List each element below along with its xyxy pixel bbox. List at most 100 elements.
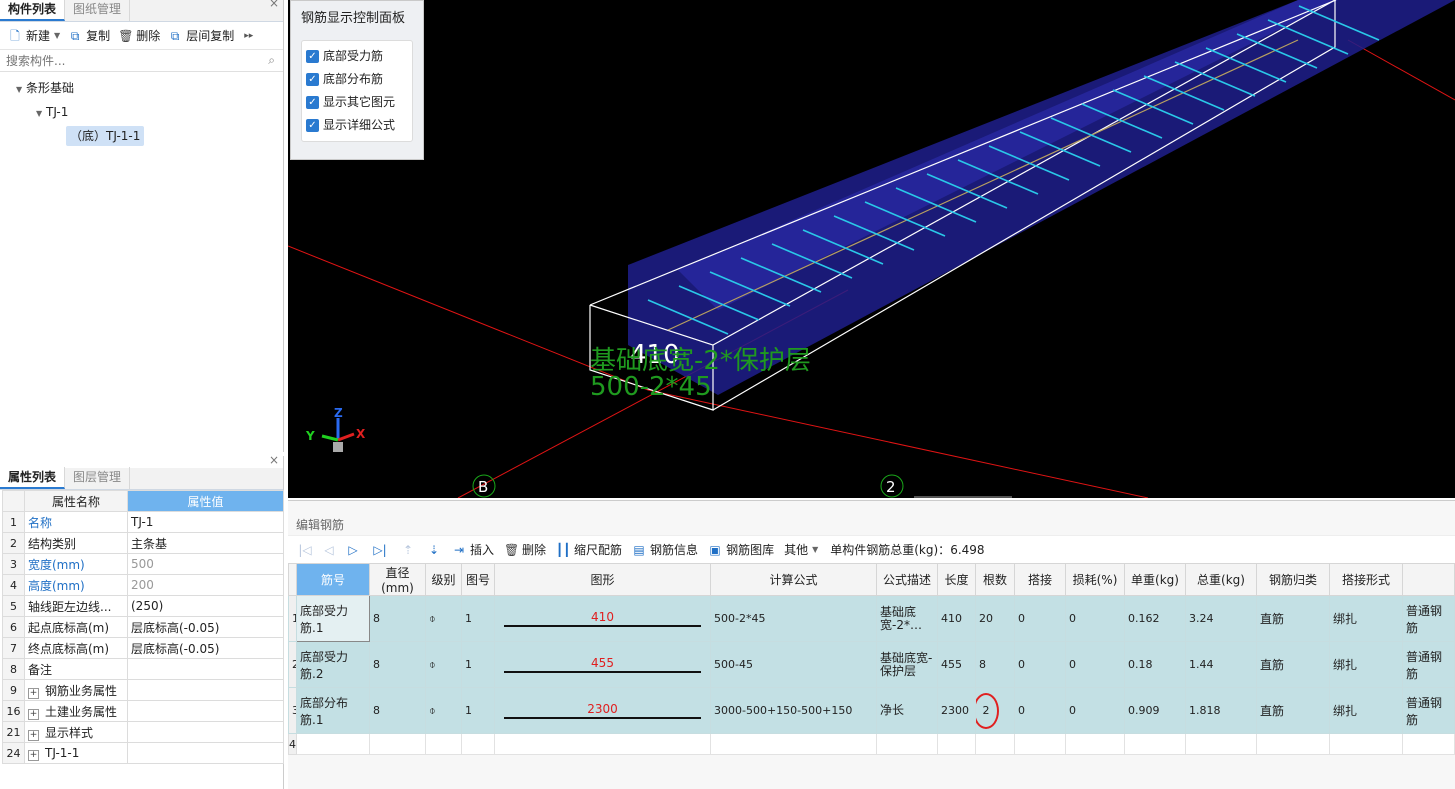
rebar-cell-desc[interactable]: 净长 [876,687,938,734]
option-bottom-main-rebar[interactable]: ✓ 底部受力筋 [306,45,408,68]
rebar-cell-name[interactable]: 底部受力筋.2 [296,641,370,688]
rebar-row[interactable]: 3底部分布筋.18⌽123003000-500+150-500+150净长230… [288,687,1455,734]
rebar-cell-lap[interactable]: 0 [1014,641,1066,688]
viewport-3d[interactable]: 410 基础底宽-2*保护层 500-2*45 B 2 Z X Y [288,0,1455,498]
rebar-cell-cls[interactable]: 直筋 [1256,641,1330,688]
first-icon[interactable]: |◁ [294,543,316,557]
rebar-cell-grade[interactable]: ⌽ [425,595,462,642]
close-icon[interactable]: × [269,0,279,10]
rebar-cell-fig[interactable]: 1 [461,595,495,642]
rebar-cell-shape[interactable]: 2300 [494,687,711,734]
new-button[interactable]: 🗋 新建 ▼ [4,25,64,47]
rebar-cell-empty[interactable] [1185,733,1257,755]
rebar-cell-empty[interactable] [1065,733,1125,755]
rebar-cell-dia[interactable]: 8 [369,641,426,688]
rebar-cell-total[interactable]: 1.44 [1185,641,1257,688]
rebar-cell-empty[interactable] [296,733,370,755]
rebar-cell-grade[interactable]: ⌽ [425,687,462,734]
rebar-cell-empty[interactable] [1402,733,1455,755]
delete-row-button[interactable]: 🗑 删除 [500,539,550,561]
rebar-cell-empty[interactable] [937,733,976,755]
rebar-cell-len[interactable]: 2300 [937,687,976,734]
rebar-cell-cls[interactable]: 直筋 [1256,595,1330,642]
option-bottom-dist-rebar[interactable]: ✓ 底部分布筋 [306,68,408,91]
rebar-cell-formula[interactable]: 500-45 [710,641,877,688]
rebar-cell-empty[interactable] [876,733,938,755]
rebar-row[interactable]: 2底部受力筋.28⌽1455500-45基础底宽-保护层4558000.181.… [288,641,1455,688]
rebar-cell-unit[interactable]: 0.162 [1124,595,1186,642]
rebar-cell-name[interactable]: 底部受力筋.1 [296,595,370,642]
viewport-splitter[interactable] [914,496,1012,498]
property-value[interactable] [127,679,284,701]
rebar-cell-empty[interactable] [1256,733,1330,755]
rebar-cell-len[interactable]: 455 [937,641,976,688]
search-input[interactable] [0,50,283,71]
checkbox-checked-icon[interactable]: ✓ [306,96,319,109]
rebar-cell-count[interactable]: 8 [975,641,1015,688]
rebar-cell-empty[interactable] [1124,733,1186,755]
rebar-cell-type[interactable]: 普通钢筋 [1402,687,1455,734]
copy-button[interactable]: ⧉ 复制 [64,25,114,47]
rebar-cell-type[interactable]: 普通钢筋 [1402,641,1455,688]
tab-component-list[interactable]: 构件列表 [0,0,66,21]
other-menu[interactable]: 其他 ▼ [780,539,822,561]
rebar-library-button[interactable]: ▣ 钢筋图库 [704,539,778,561]
tab-drawing-manage[interactable]: 图纸管理 [65,0,131,21]
delete-button[interactable]: 🗑 删除 [114,25,164,47]
rebar-cell-dia[interactable]: 8 [369,595,426,642]
rebar-cell-loss[interactable]: 0 [1065,641,1125,688]
rebar-cell-empty[interactable] [975,733,1015,755]
rebar-cell-shape[interactable]: 455 [494,641,711,688]
rebar-cell-desc[interactable]: 基础底宽-保护层 [876,641,938,688]
rebar-cell-unit[interactable]: 0.18 [1124,641,1186,688]
move-up-icon[interactable]: ⇡ [396,543,420,557]
scale-rebar-button[interactable]: ┃┃ 缩尺配筋 [552,539,626,561]
property-row[interactable]: 9 + 钢筋业务属性 [2,679,284,701]
option-show-formula[interactable]: ✓ 显示详细公式 [306,114,408,137]
rebar-cell-type[interactable]: 普通钢筋 [1402,595,1455,642]
checkbox-checked-icon[interactable]: ✓ [306,73,319,86]
rebar-cell-desc[interactable]: 基础底宽-2*… [876,595,938,642]
rebar-cell-shape[interactable]: 410 [494,595,711,642]
tree-node-tj1-1[interactable]: （底）TJ-1-1 [0,124,283,148]
rebar-cell-cls[interactable]: 直筋 [1256,687,1330,734]
rebar-cell-empty[interactable] [369,733,426,755]
rebar-cell-formula[interactable]: 500-2*45 [710,595,877,642]
tree-node-root[interactable]: ▼ 条形基础 [0,76,283,100]
rebar-cell-fig[interactable]: 1 [461,641,495,688]
rebar-cell-lapform[interactable]: 绑扎 [1329,595,1403,642]
plus-expand-icon[interactable]: + [28,729,39,741]
plus-expand-icon[interactable]: + [28,687,39,699]
rebar-cell-count[interactable]: 20 [975,595,1015,642]
property-value[interactable]: 层底标高(-0.05) [127,637,284,659]
move-down-icon[interactable]: ⇣ [422,543,446,557]
property-row[interactable]: 2 结构类别 主条基 [2,532,284,554]
rebar-row[interactable]: 1底部受力筋.18⌽1410500-2*45基础底宽-2*…41020000.1… [288,595,1455,642]
property-value[interactable] [127,721,284,743]
rebar-cell-empty[interactable] [1329,733,1403,755]
rebar-cell-loss[interactable]: 0 [1065,595,1125,642]
rebar-cell-name[interactable]: 底部分布筋.1 [296,687,370,734]
floor-copy-button[interactable]: ⧉ 层间复制 [164,25,238,47]
tab-layer-manage[interactable]: 图层管理 [65,467,131,489]
rebar-cell-empty[interactable] [494,733,711,755]
close-icon[interactable]: × [269,453,279,467]
rebar-info-button[interactable]: ▤ 钢筋信息 [628,539,702,561]
property-value[interactable]: 主条基 [127,532,284,554]
rebar-cell-len[interactable]: 410 [937,595,976,642]
rebar-cell-lap[interactable]: 0 [1014,687,1066,734]
search-icon[interactable]: ⌕ [268,53,275,68]
last-icon[interactable]: ▷| [366,543,394,557]
tab-property-list[interactable]: 属性列表 [0,467,66,489]
next-icon[interactable]: ▷ [342,543,364,557]
property-value[interactable]: 200 [127,574,284,596]
checkbox-checked-icon[interactable]: ✓ [306,119,319,132]
property-row[interactable]: 1 名称 TJ-1 [2,511,284,533]
property-row[interactable]: 5 轴线距左边线... (250) [2,595,284,617]
rebar-cell-lapform[interactable]: 绑扎 [1329,687,1403,734]
rebar-cell-total[interactable]: 1.818 [1185,687,1257,734]
property-value[interactable] [127,658,284,680]
rebar-cell-formula[interactable]: 3000-500+150-500+150 [710,687,877,734]
checkbox-checked-icon[interactable]: ✓ [306,50,319,63]
property-row[interactable]: 24 + TJ-1-1 [2,742,284,764]
